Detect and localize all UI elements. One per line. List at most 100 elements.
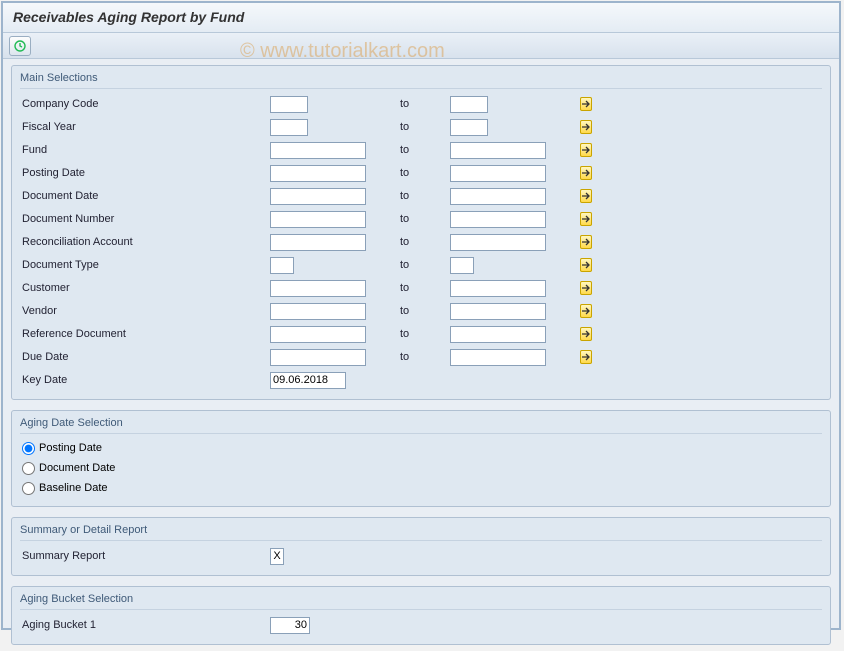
label-summary-report: Summary Report bbox=[20, 550, 270, 562]
customer-to-input[interactable] bbox=[450, 280, 546, 297]
summary-report-input[interactable] bbox=[270, 548, 284, 565]
multiple-selection-button[interactable] bbox=[580, 120, 592, 134]
to-label: to bbox=[400, 121, 450, 133]
to-label: to bbox=[400, 305, 450, 317]
row-document-date: Document Date to bbox=[20, 185, 822, 207]
row-due-date: Due Date to bbox=[20, 346, 822, 368]
label-vendor: Vendor bbox=[20, 305, 270, 317]
group-summary-detail: Summary or Detail Report Summary Report bbox=[11, 517, 831, 576]
document-number-to-input[interactable] bbox=[450, 211, 546, 228]
baseline-date-radio[interactable] bbox=[22, 482, 35, 495]
multiple-selection-button[interactable] bbox=[580, 327, 592, 341]
row-company-code: Company Code to bbox=[20, 93, 822, 115]
execute-button[interactable] bbox=[9, 36, 31, 56]
row-summary-report: Summary Report bbox=[20, 545, 822, 567]
label-document-type: Document Type bbox=[20, 259, 270, 271]
posting-date-radio-label: Posting Date bbox=[39, 442, 102, 454]
key-date-input[interactable] bbox=[270, 372, 346, 389]
to-label: to bbox=[400, 351, 450, 363]
label-fiscal-year: Fiscal Year bbox=[20, 121, 270, 133]
arrow-right-icon bbox=[581, 144, 591, 156]
row-document-number: Document Number to bbox=[20, 208, 822, 230]
arrow-right-icon bbox=[581, 259, 591, 271]
to-label: to bbox=[400, 328, 450, 340]
reconciliation-from-input[interactable] bbox=[270, 234, 366, 251]
arrow-right-icon bbox=[581, 282, 591, 294]
to-label: to bbox=[400, 144, 450, 156]
multiple-selection-button[interactable] bbox=[580, 212, 592, 226]
document-number-from-input[interactable] bbox=[270, 211, 366, 228]
company-code-from-input[interactable] bbox=[270, 96, 308, 113]
to-label: to bbox=[400, 282, 450, 294]
document-date-to-input[interactable] bbox=[450, 188, 546, 205]
due-date-from-input[interactable] bbox=[270, 349, 366, 366]
group-title-bucket: Aging Bucket Selection bbox=[20, 591, 822, 610]
multiple-selection-button[interactable] bbox=[580, 166, 592, 180]
group-title-summary: Summary or Detail Report bbox=[20, 522, 822, 541]
company-code-to-input[interactable] bbox=[450, 96, 488, 113]
title-bar: Receivables Aging Report by Fund bbox=[3, 3, 839, 33]
group-title-aging-date: Aging Date Selection bbox=[20, 415, 822, 434]
due-date-to-input[interactable] bbox=[450, 349, 546, 366]
to-label: to bbox=[400, 190, 450, 202]
label-fund: Fund bbox=[20, 144, 270, 156]
to-label: to bbox=[400, 259, 450, 271]
row-key-date: Key Date bbox=[20, 369, 822, 391]
row-reconciliation-account: Reconciliation Account to bbox=[20, 231, 822, 253]
to-label: to bbox=[400, 98, 450, 110]
reconciliation-to-input[interactable] bbox=[450, 234, 546, 251]
reference-document-from-input[interactable] bbox=[270, 326, 366, 343]
group-title-main: Main Selections bbox=[20, 70, 822, 89]
posting-date-from-input[interactable] bbox=[270, 165, 366, 182]
multiple-selection-button[interactable] bbox=[580, 143, 592, 157]
vendor-from-input[interactable] bbox=[270, 303, 366, 320]
row-fiscal-year: Fiscal Year to bbox=[20, 116, 822, 138]
toolbar bbox=[3, 33, 839, 59]
arrow-right-icon bbox=[581, 190, 591, 202]
arrow-right-icon bbox=[581, 328, 591, 340]
row-vendor: Vendor to bbox=[20, 300, 822, 322]
posting-date-to-input[interactable] bbox=[450, 165, 546, 182]
fiscal-year-from-input[interactable] bbox=[270, 119, 308, 136]
document-date-from-input[interactable] bbox=[270, 188, 366, 205]
multiple-selection-button[interactable] bbox=[580, 97, 592, 111]
to-label: to bbox=[400, 167, 450, 179]
content-area: Main Selections Company Code to Fiscal Y… bbox=[3, 59, 839, 651]
document-date-radio[interactable] bbox=[22, 462, 35, 475]
radio-row-document: Document Date bbox=[20, 458, 822, 478]
fiscal-year-to-input[interactable] bbox=[450, 119, 488, 136]
vendor-to-input[interactable] bbox=[450, 303, 546, 320]
customer-from-input[interactable] bbox=[270, 280, 366, 297]
label-document-number: Document Number bbox=[20, 213, 270, 225]
radio-row-posting: Posting Date bbox=[20, 438, 822, 458]
arrow-right-icon bbox=[581, 213, 591, 225]
label-reference-document: Reference Document bbox=[20, 328, 270, 340]
fund-to-input[interactable] bbox=[450, 142, 546, 159]
page-title: Receivables Aging Report by Fund bbox=[13, 9, 244, 25]
multiple-selection-button[interactable] bbox=[580, 235, 592, 249]
multiple-selection-button[interactable] bbox=[580, 281, 592, 295]
fund-from-input[interactable] bbox=[270, 142, 366, 159]
reference-document-to-input[interactable] bbox=[450, 326, 546, 343]
multiple-selection-button[interactable] bbox=[580, 258, 592, 272]
arrow-right-icon bbox=[581, 351, 591, 363]
radio-row-baseline: Baseline Date bbox=[20, 478, 822, 498]
bucket-1-input[interactable] bbox=[270, 617, 310, 634]
label-company-code: Company Code bbox=[20, 98, 270, 110]
arrow-right-icon bbox=[581, 121, 591, 133]
row-posting-date: Posting Date to bbox=[20, 162, 822, 184]
arrow-right-icon bbox=[581, 236, 591, 248]
label-reconciliation-account: Reconciliation Account bbox=[20, 236, 270, 248]
label-due-date: Due Date bbox=[20, 351, 270, 363]
group-aging-date: Aging Date Selection Posting Date Docume… bbox=[11, 410, 831, 507]
multiple-selection-button[interactable] bbox=[580, 189, 592, 203]
document-type-to-input[interactable] bbox=[450, 257, 474, 274]
multiple-selection-button[interactable] bbox=[580, 350, 592, 364]
row-customer: Customer to bbox=[20, 277, 822, 299]
arrow-right-icon bbox=[581, 98, 591, 110]
posting-date-radio[interactable] bbox=[22, 442, 35, 455]
label-customer: Customer bbox=[20, 282, 270, 294]
multiple-selection-button[interactable] bbox=[580, 304, 592, 318]
to-label: to bbox=[400, 213, 450, 225]
document-type-from-input[interactable] bbox=[270, 257, 294, 274]
